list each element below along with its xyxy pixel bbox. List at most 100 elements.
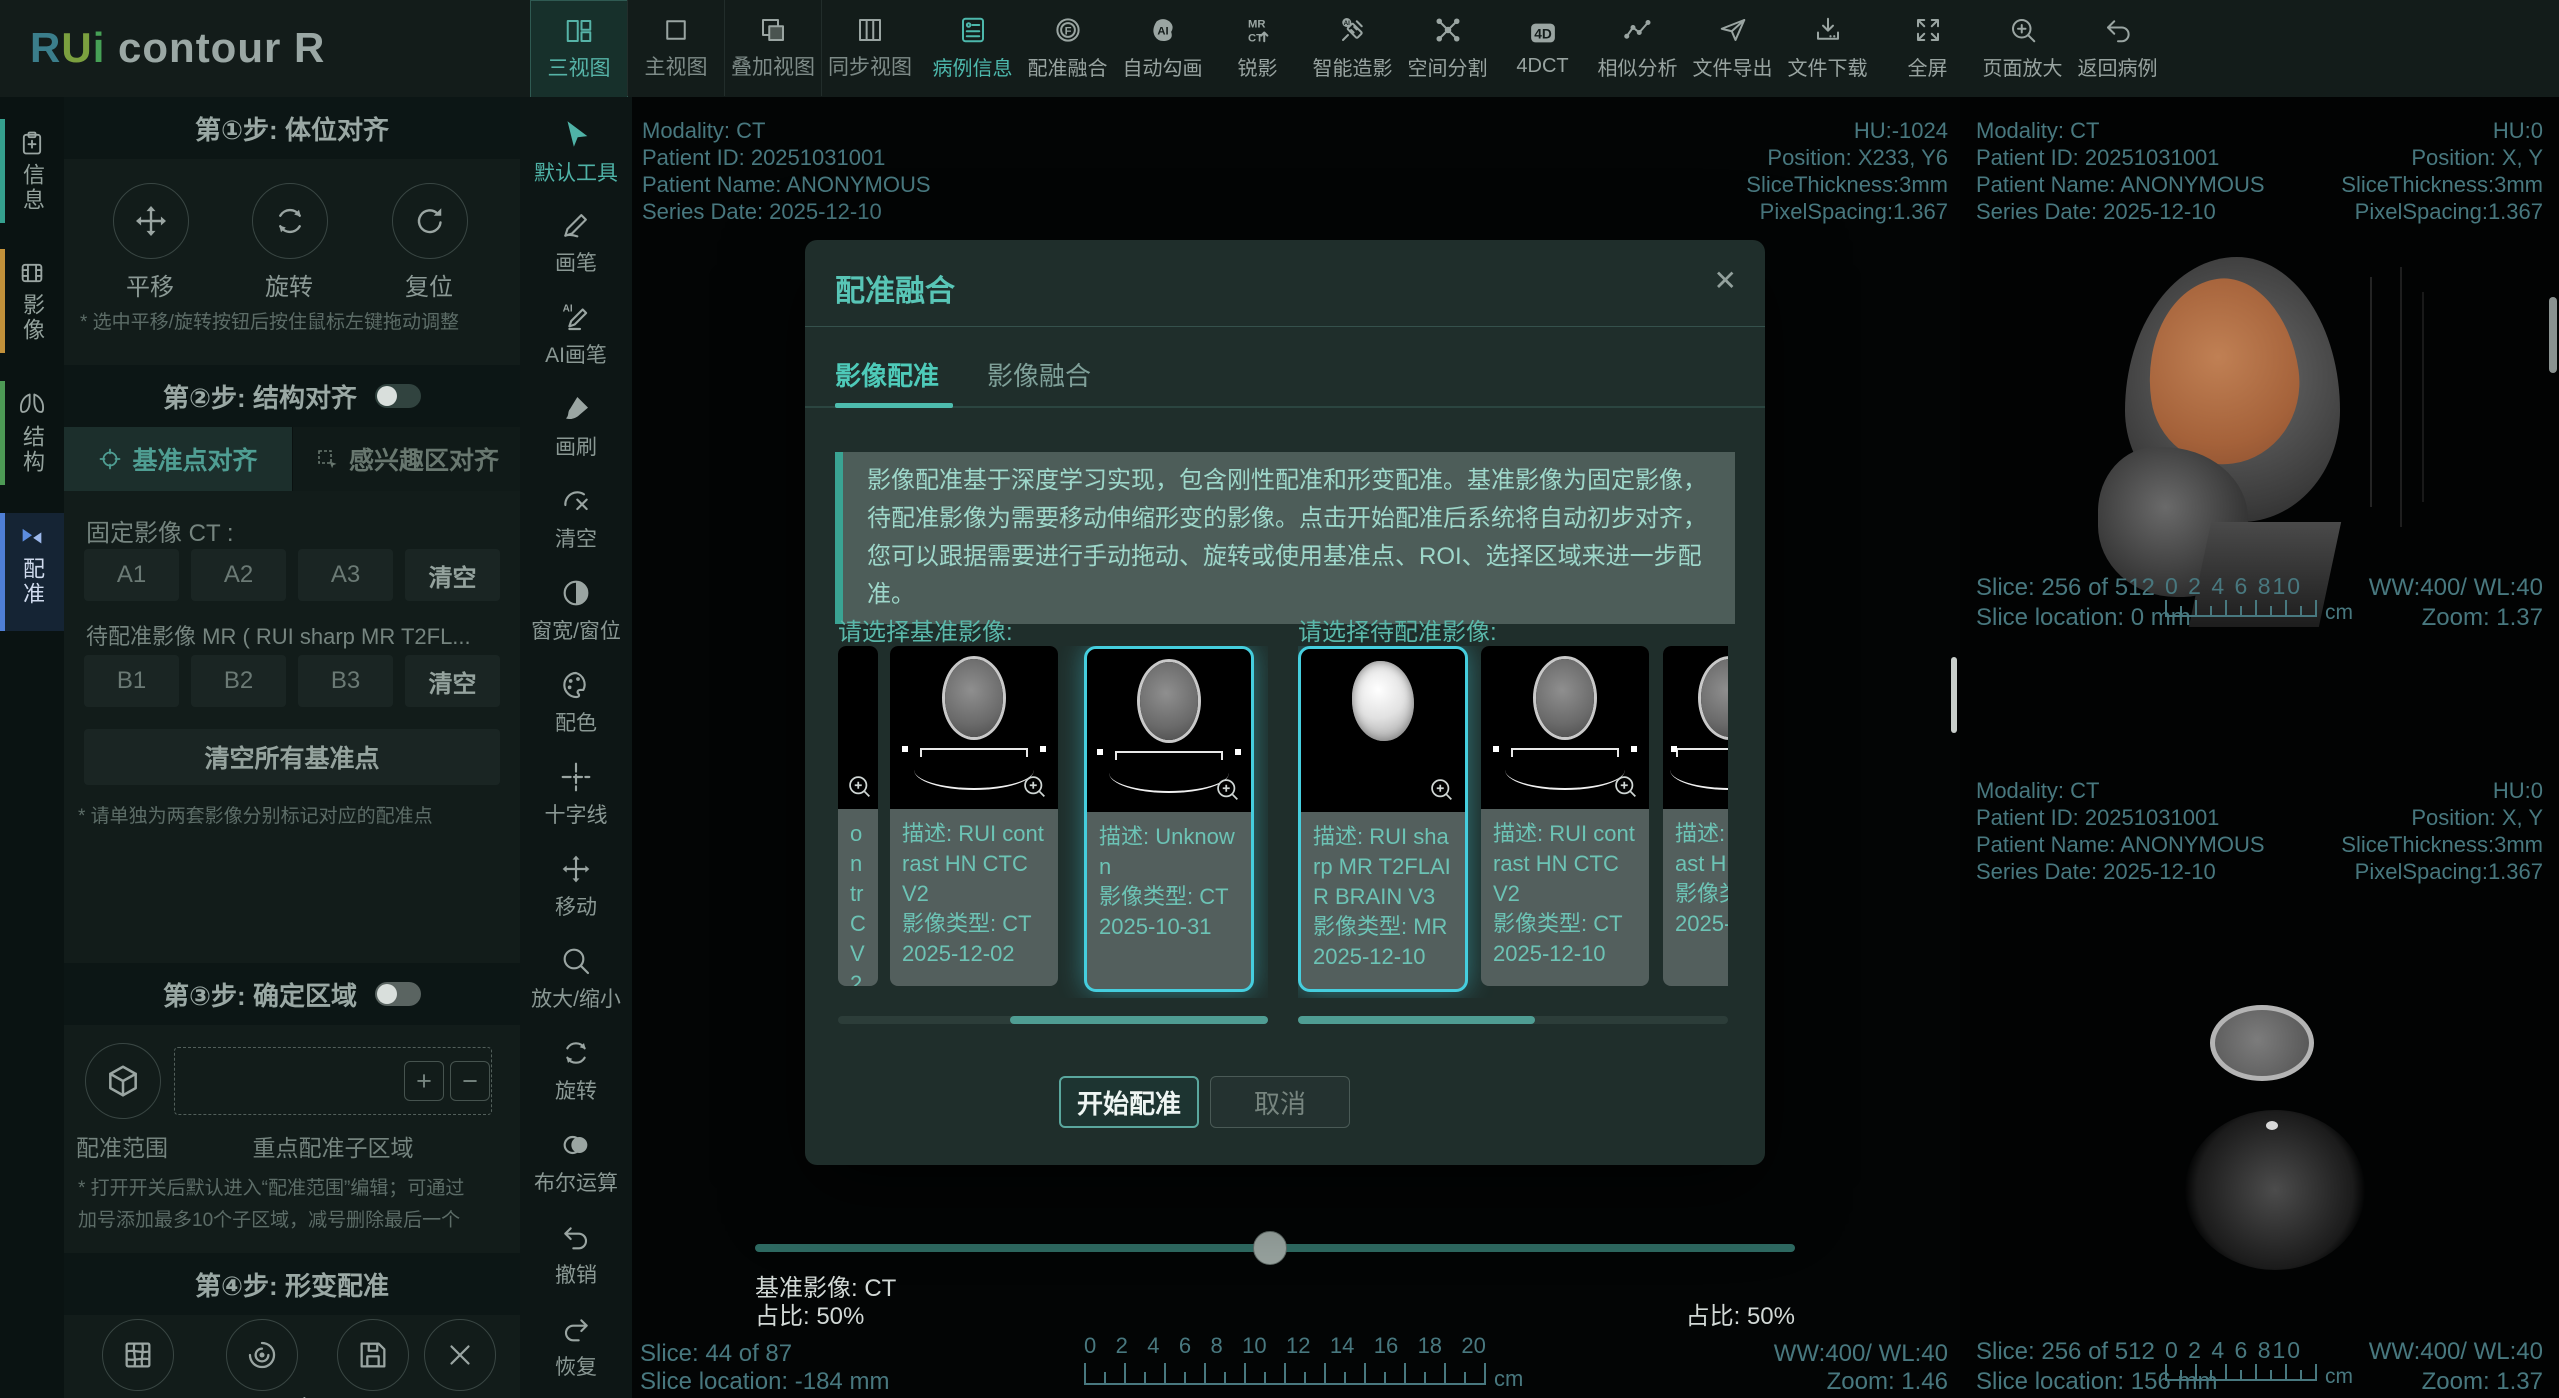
auto-contour-icon: AI	[1148, 15, 1178, 45]
dialog-close-icon[interactable]: ✕	[1714, 264, 1737, 297]
remove-subregion-button[interactable]: −	[450, 1061, 490, 1101]
svg-text:4D: 4D	[1534, 27, 1552, 42]
zoom-in-icon[interactable]	[1214, 776, 1242, 804]
sidebar-tab-images[interactable]: 影像	[0, 249, 64, 353]
moving-image-prompt: 请选择待配准影像:	[1298, 612, 1497, 647]
reset-button[interactable]	[392, 183, 468, 259]
fiducial-b2-button[interactable]: B2	[191, 655, 286, 707]
rail-crosshair[interactable]: 十字线	[520, 755, 632, 843]
step3-toggle[interactable]	[375, 982, 421, 1006]
deepwarp-button[interactable]	[102, 1319, 174, 1391]
card-thumbnail	[890, 646, 1058, 809]
fiducial-a3-button[interactable]: A3	[298, 549, 393, 601]
base-card-ct-2025-10-31-selected[interactable]: 描述: Unknown 影像类型: CT 2025-10-31	[1084, 646, 1254, 992]
rail-ai-pen[interactable]: AI AI画笔	[520, 295, 632, 383]
sidebar-tab-structures[interactable]: 结构	[0, 381, 64, 485]
app-root: RUi contour R 三视图 主视图 叠加视图 同步视图 病例信息 F 配…	[0, 0, 2559, 1398]
panel-slice-info: Slice: 256 of 512Slice location: 0 mm	[1976, 573, 2191, 633]
fiducial-a-clear-button[interactable]: 清空	[405, 549, 500, 601]
topbar-tool-back-to-case[interactable]: 返回病例	[2070, 0, 2165, 96]
save-result-button[interactable]	[337, 1319, 409, 1391]
svg-text:AI: AI	[1343, 20, 1350, 27]
pan-button[interactable]	[113, 183, 189, 259]
topbar-tool-case-info[interactable]: 病例信息	[925, 0, 1020, 96]
deepmorph-button[interactable]	[226, 1319, 298, 1391]
dialog-tab-fusion[interactable]: 影像融合	[987, 356, 1091, 393]
fiducial-a2-button[interactable]: A2	[191, 549, 286, 601]
tab-fiducial-align[interactable]: 基准点对齐	[64, 427, 292, 491]
card-description: 描述: RUI sharp MR T2FLAIR BRAIN V3 影像类型: …	[1301, 812, 1465, 982]
fiducial-b3-button[interactable]: B3	[298, 655, 393, 707]
panel-info-topleft: Modality: CTPatient ID: 20251031001Patie…	[1976, 777, 2265, 885]
registration-fusion-dialog: 配准融合 ✕ 影像配准 影像融合 影像配准基于深度学习实现，包含刚性配准和形变配…	[805, 240, 1765, 1165]
zoom-in-icon[interactable]	[1612, 773, 1640, 801]
rail-boolean[interactable]: 布尔运算	[520, 1123, 632, 1211]
app-logo: RUi contour R	[30, 24, 325, 72]
view-mode-overlay-view[interactable]: 叠加视图	[724, 0, 821, 96]
zoom-in-icon[interactable]	[1021, 773, 1049, 801]
fiducial-b-clear-button[interactable]: 清空	[405, 655, 500, 707]
registration-range-button[interactable]	[85, 1043, 161, 1119]
overlay-view-icon	[758, 15, 788, 45]
view-mode-three-view[interactable]: 三视图	[530, 0, 628, 98]
start-registration-button[interactable]: 开始配准	[1059, 1076, 1199, 1128]
base-card-scrollbar[interactable]	[838, 1016, 1268, 1024]
pan-label: 平移	[113, 267, 187, 302]
scrollbar-thumb[interactable]	[1298, 1016, 1535, 1024]
rail-palette[interactable]: 配色	[520, 663, 632, 751]
topbar-tool-fusion[interactable]: F 配准融合	[1020, 0, 1115, 96]
step2-toggle[interactable]	[375, 384, 421, 408]
moving-card-scrollbar[interactable]	[1298, 1016, 1728, 1024]
scrollbar-thumb[interactable]	[1010, 1016, 1268, 1024]
sidebar-tab-registration[interactable]: 配准	[0, 513, 64, 631]
moving-card-mr-selected[interactable]: 描述: RUI sharp MR T2FLAIR BRAIN V3 影像类型: …	[1298, 646, 1468, 992]
svg-text:AI: AI	[563, 304, 573, 315]
rail-move[interactable]: 移动	[520, 847, 632, 935]
rail-brush[interactable]: 画刷	[520, 387, 632, 475]
topbar-tool-ai-contrast[interactable]: AI 智能造影	[1305, 0, 1400, 96]
right-view-sagittal[interactable]: Modality: CTPatient ID: 20251031001Patie…	[1960, 97, 2559, 747]
dialog-tab-registration[interactable]: 影像配准	[835, 356, 939, 393]
moving-card-ct-2025-12-10[interactable]: 描述: RUI contrast HN CTC V2 影像类型: CT 2025…	[1481, 646, 1649, 986]
fiducial-a1-button[interactable]: A1	[84, 549, 179, 601]
right-view-axial[interactable]: Modality: CTPatient ID: 20251031001Patie…	[1960, 765, 2559, 1398]
add-subregion-button[interactable]: +	[404, 1061, 444, 1101]
topbar-tool-download[interactable]: 文件下载	[1780, 0, 1875, 96]
fiducial-b1-button[interactable]: B1	[84, 655, 179, 707]
topbar-tool-similarity[interactable]: 相似分析	[1590, 0, 1685, 96]
topbar-tool-sharp-image[interactable]: MRCT 锐影	[1210, 0, 1305, 96]
fusion-opacity-slider-knob[interactable]	[1253, 1231, 1287, 1265]
moving-card-partial[interactable]: 描述: R ast HN 影像类 2025-	[1663, 646, 1728, 986]
rail-redo[interactable]: 恢复	[520, 1307, 632, 1395]
topbar-tool-page-zoom[interactable]: 页面放大	[1975, 0, 2070, 96]
sidebar-tab-info[interactable]: 信息	[0, 119, 64, 223]
zoom-in-icon[interactable]	[846, 773, 874, 801]
move-icon	[133, 203, 169, 239]
base-card-partial[interactable]: ontr C V2 T )	[838, 646, 878, 986]
window-level-icon	[560, 577, 592, 609]
topbar-tool-4dct[interactable]: 4D 4DCT	[1495, 0, 1590, 96]
panel-scrollbar-thumb[interactable]	[2549, 297, 2557, 373]
topbar-tool-auto-contour[interactable]: AI 自动勾画	[1115, 0, 1210, 96]
clear-all-fiducials-button[interactable]: 清空所有基准点	[84, 729, 500, 785]
rail-zoom[interactable]: 放大/缩小	[520, 939, 632, 1027]
topbar-tool-fullscreen[interactable]: 全屏	[1880, 0, 1975, 96]
rail-undo[interactable]: 撤销	[520, 1215, 632, 1303]
close-step-button[interactable]	[424, 1319, 496, 1391]
view-mode-label: 三视图	[548, 52, 611, 82]
topbar-tool-spatial-split[interactable]: 空间分割	[1400, 0, 1495, 96]
rail-default-tool[interactable]: 默认工具	[520, 111, 632, 199]
viewer-scrollbar-thumb[interactable]	[1951, 657, 1957, 733]
topbar-tool-export[interactable]: 文件导出	[1685, 0, 1780, 96]
rail-pen[interactable]: 画笔	[520, 203, 632, 291]
rail-clear[interactable]: 清空	[520, 479, 632, 567]
view-mode-sync-view[interactable]: 同步视图	[821, 0, 918, 96]
rail-window-level[interactable]: 窗宽/窗位	[520, 571, 632, 659]
base-card-ct-2025-12-02[interactable]: 描述: RUI contrast HN CTC V2 影像类型: CT 2025…	[890, 646, 1058, 986]
tab-roi-align[interactable]: 感兴趣区对齐	[292, 427, 520, 491]
cancel-button[interactable]: 取消	[1210, 1076, 1350, 1128]
rail-rotate[interactable]: 旋转	[520, 1031, 632, 1119]
rotate-button[interactable]	[252, 183, 328, 259]
zoom-in-icon[interactable]	[1428, 776, 1456, 804]
view-mode-main-view[interactable]: 主视图	[627, 0, 724, 96]
